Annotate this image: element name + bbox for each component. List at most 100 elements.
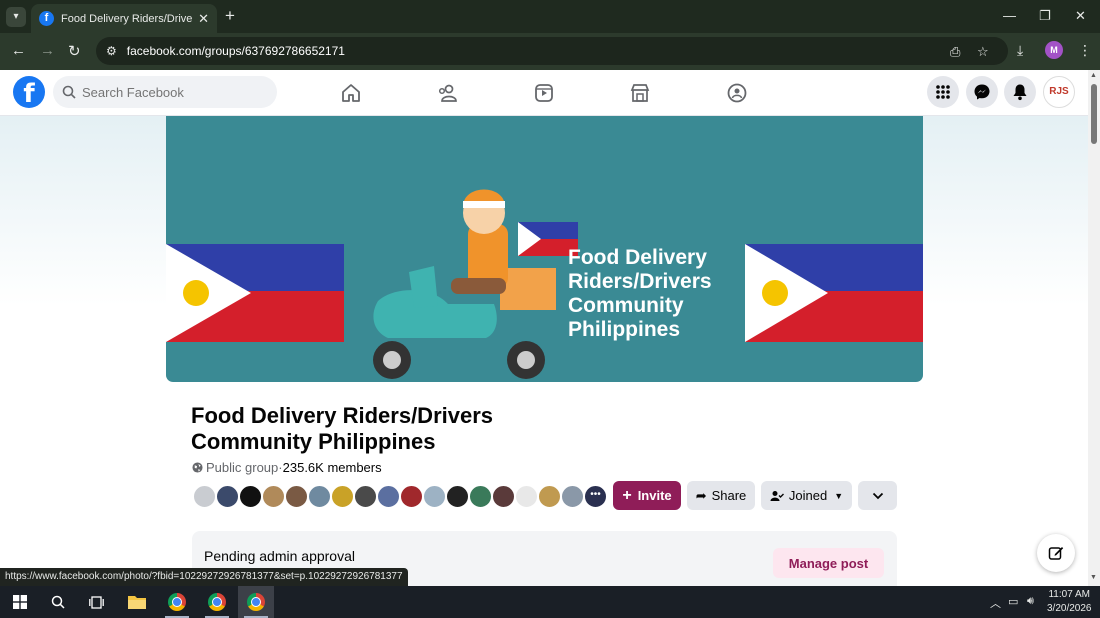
- notifications-button[interactable]: [1004, 76, 1036, 108]
- search-icon: [51, 595, 65, 609]
- account-avatar[interactable]: RJS: [1043, 76, 1075, 108]
- search-box[interactable]: [53, 76, 277, 108]
- member-avatar[interactable]: [215, 484, 240, 509]
- member-avatar[interactable]: [330, 484, 355, 509]
- manage-post-button[interactable]: Manage post: [773, 548, 884, 578]
- messenger-button[interactable]: [966, 76, 998, 108]
- volume-icon[interactable]: 🔊︎: [1027, 595, 1034, 608]
- facebook-logo-icon[interactable]: f: [13, 76, 45, 109]
- menu-grid-button[interactable]: [927, 76, 959, 108]
- friends-icon[interactable]: [437, 82, 459, 104]
- back-icon[interactable]: ←: [11, 42, 26, 59]
- more-members-icon[interactable]: •••: [583, 484, 608, 509]
- chrome-icon: [208, 593, 226, 611]
- member-avatar[interactable]: [376, 484, 401, 509]
- chrome-taskbar-button[interactable]: [199, 586, 235, 618]
- group-cover-photo[interactable]: Food Delivery Riders/Drivers Community P…: [166, 116, 923, 382]
- joined-people-icon: [770, 490, 784, 501]
- new-message-button[interactable]: [1037, 534, 1075, 572]
- link-status-bar: https://www.facebook.com/photo/?fbid=102…: [0, 568, 408, 586]
- minimize-icon[interactable]: —: [1003, 8, 1016, 23]
- chevron-down-icon: [872, 492, 883, 499]
- scroll-down-icon[interactable]: ▼: [1090, 574, 1097, 581]
- search-icon: [62, 85, 76, 99]
- member-avatar[interactable]: [422, 484, 447, 509]
- member-avatar[interactable]: [537, 484, 562, 509]
- chrome-taskbar-button[interactable]: [159, 586, 195, 618]
- cover-text-line: Food Delivery: [568, 246, 707, 269]
- windows-taskbar: ︿ ▭ 🔊︎ 11:07 AM 3/20/2026: [0, 586, 1100, 618]
- new-tab-icon[interactable]: +: [225, 6, 235, 26]
- share-button[interactable]: ➦ Share: [687, 481, 755, 510]
- share-arrow-icon: ➦: [695, 487, 707, 503]
- member-avatar[interactable]: [468, 484, 493, 509]
- cover-text: Food Delivery Riders/Drivers Community P…: [568, 246, 712, 342]
- facebook-header: f RJS: [0, 70, 1088, 116]
- network-icon[interactable]: ▭: [1008, 595, 1018, 608]
- scrollbar-thumb[interactable]: [1091, 84, 1097, 144]
- cover-illustration: [166, 189, 923, 379]
- site-info-icon[interactable]: ⚙: [106, 44, 117, 58]
- home-icon[interactable]: [340, 82, 362, 104]
- address-bar[interactable]: ⚙ facebook.com/groups/637692786652171 ⎙ …: [96, 37, 1008, 65]
- address-url[interactable]: facebook.com/groups/637692786652171: [127, 44, 345, 58]
- chrome-icon: [247, 593, 265, 611]
- member-avatar[interactable]: [399, 484, 424, 509]
- invite-button-label: Invite: [637, 488, 672, 503]
- bookmark-star-icon[interactable]: ☆: [977, 44, 989, 60]
- browser-tab-active[interactable]: f Food Delivery Riders/Drivers Co ✕: [31, 4, 217, 33]
- joined-button[interactable]: Joined ▼: [761, 481, 852, 510]
- group-meta: Public group · 235.6K members: [192, 460, 382, 475]
- invite-button[interactable]: + Invite: [613, 481, 681, 510]
- member-avatar[interactable]: [560, 484, 585, 509]
- compose-icon: [1048, 547, 1064, 560]
- tab-close-icon[interactable]: ✕: [198, 11, 209, 27]
- member-avatar[interactable]: [284, 484, 309, 509]
- tray-overflow-icon[interactable]: ︿: [990, 595, 1001, 611]
- member-avatar[interactable]: [192, 484, 217, 509]
- task-view-button[interactable]: [78, 586, 114, 618]
- group-members-count[interactable]: 235.6K members: [283, 460, 382, 475]
- browser-profile-avatar[interactable]: M: [1045, 41, 1063, 59]
- member-avatar[interactable]: [445, 484, 470, 509]
- pending-approval-label: Pending admin approval: [204, 548, 355, 564]
- page-scrollbar[interactable]: ▲ ▼: [1088, 70, 1100, 586]
- tab-search-icon[interactable]: ▾: [6, 7, 26, 27]
- restore-icon[interactable]: ❐: [1039, 8, 1051, 24]
- group-title-line: Community Philippines: [191, 429, 436, 454]
- chrome-icon: [168, 593, 186, 611]
- file-explorer-button[interactable]: [119, 586, 155, 618]
- window-close-icon[interactable]: ✕: [1075, 8, 1086, 24]
- member-avatar[interactable]: [353, 484, 378, 509]
- video-icon[interactable]: [533, 82, 555, 104]
- scroll-up-icon[interactable]: ▲: [1090, 72, 1097, 79]
- taskbar-search-button[interactable]: [40, 586, 76, 618]
- member-avatar[interactable]: [261, 484, 286, 509]
- marketplace-icon[interactable]: [629, 82, 651, 104]
- reload-icon[interactable]: ↻: [68, 42, 81, 60]
- philippine-flag-left-icon: [166, 244, 344, 342]
- chrome-taskbar-button-active[interactable]: [238, 586, 274, 618]
- browser-tabstrip: ▾ f Food Delivery Riders/Drivers Co ✕ + …: [0, 0, 1100, 33]
- member-avatar[interactable]: [514, 484, 539, 509]
- member-avatar[interactable]: [491, 484, 516, 509]
- philippine-flag-right-icon: [745, 244, 923, 342]
- download-icon[interactable]: ⤓: [1017, 42, 1023, 59]
- groups-icon[interactable]: [726, 82, 748, 104]
- install-app-icon[interactable]: ⎙: [950, 44, 960, 60]
- clock-date: 3/20/2026: [1047, 603, 1092, 614]
- more-options-button[interactable]: [858, 481, 897, 510]
- taskbar-clock[interactable]: 11:07 AM 3/20/2026: [1047, 588, 1092, 616]
- windows-logo-icon: [13, 595, 27, 609]
- rider-scooter-icon: [373, 189, 578, 379]
- member-avatar[interactable]: [238, 484, 263, 509]
- search-input[interactable]: [82, 84, 262, 100]
- forward-icon[interactable]: →: [40, 42, 55, 59]
- start-button[interactable]: [2, 586, 38, 618]
- tab-title: Food Delivery Riders/Drivers Co: [61, 12, 193, 25]
- member-avatar[interactable]: [307, 484, 332, 509]
- group-privacy[interactable]: Public group: [206, 460, 278, 475]
- group-title[interactable]: Food Delivery Riders/Drivers Community P…: [191, 403, 493, 455]
- browser-menu-icon[interactable]: ⋮: [1078, 42, 1092, 59]
- bell-icon: [1013, 84, 1027, 101]
